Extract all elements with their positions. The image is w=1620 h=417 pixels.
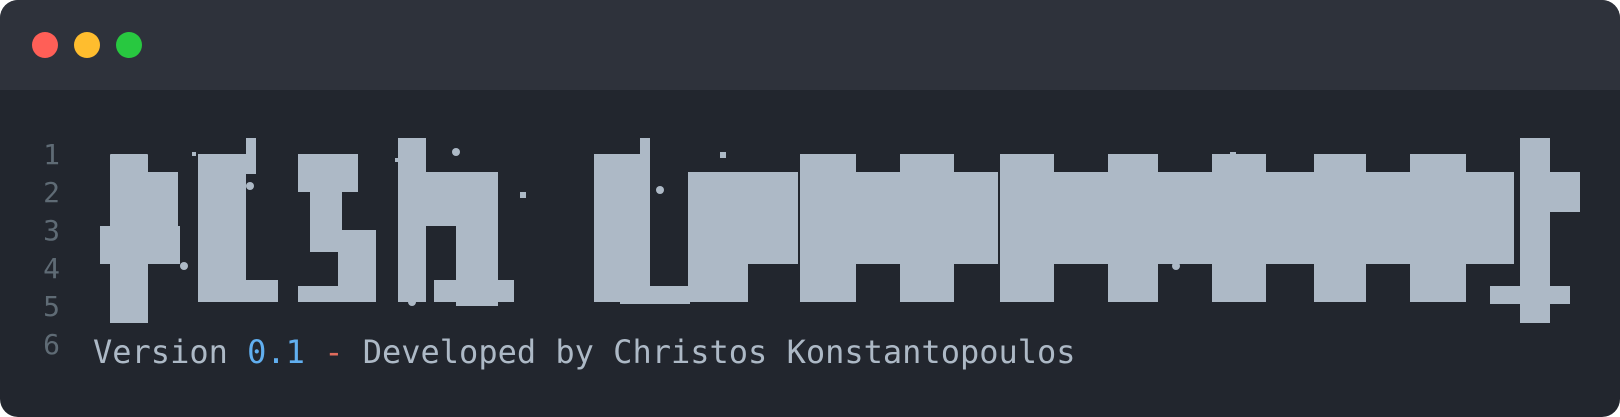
line-number: 6 <box>43 328 60 361</box>
minimize-button[interactable] <box>74 32 100 58</box>
zoom-button[interactable] <box>116 32 142 58</box>
version-prefix: Version <box>93 333 248 371</box>
terminal-window: 1 2 3 4 5 6 Version 0.1 - Developed by C… <box>0 0 1620 417</box>
code-editor: 1 2 3 4 5 6 Version 0.1 - Developed by C… <box>0 90 1620 417</box>
developer-credit: Developed by Christos Konstantopoulos <box>362 333 1076 371</box>
line-number: 5 <box>43 290 60 323</box>
version-number: 0.1 <box>247 333 305 371</box>
ascii-banner <box>100 138 1580 323</box>
separator-dash: - <box>304 333 363 371</box>
close-button[interactable] <box>32 32 58 58</box>
version-line: Version 0.1 - Developed by Christos Kons… <box>93 334 1076 370</box>
line-number: 4 <box>43 252 60 285</box>
line-number: 2 <box>43 176 60 209</box>
line-number: 1 <box>43 138 60 171</box>
line-number: 3 <box>43 214 60 247</box>
title-bar <box>0 0 1620 90</box>
